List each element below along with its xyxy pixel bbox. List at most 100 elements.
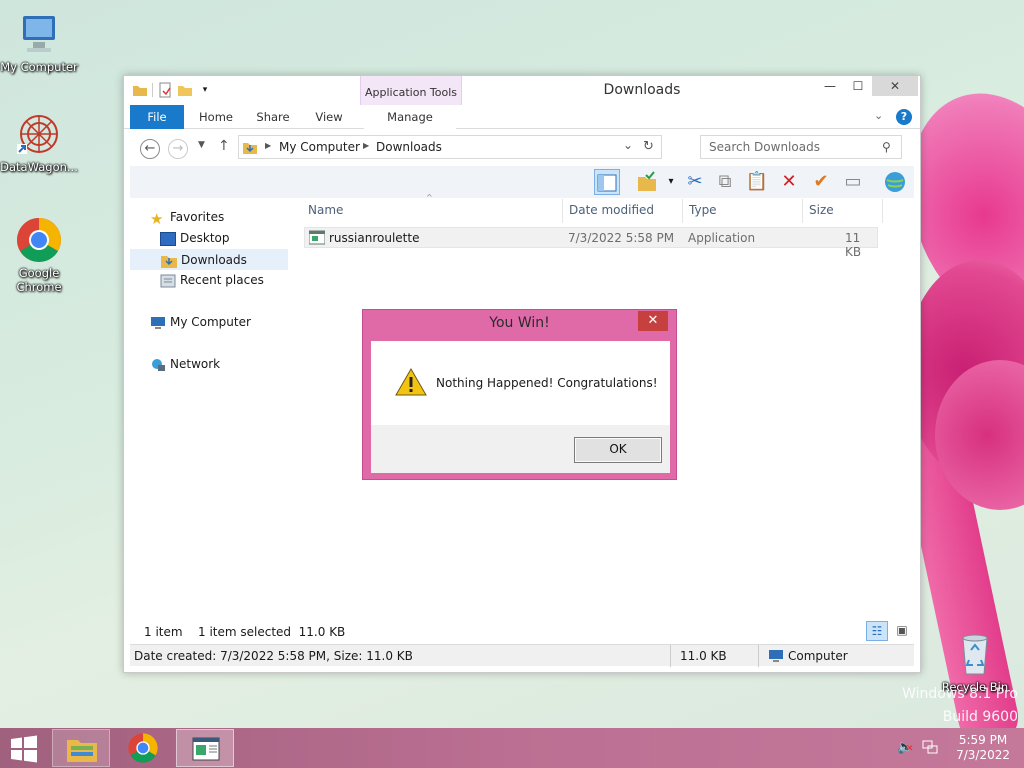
minimize-ribbon-icon[interactable]: ⌄ bbox=[874, 109, 883, 122]
large-icons-view-icon[interactable]: ▣ bbox=[892, 621, 912, 641]
nav-desktop[interactable]: Desktop bbox=[130, 228, 288, 249]
details-divider bbox=[758, 645, 759, 667]
chrome-icon bbox=[15, 216, 63, 264]
back-button[interactable]: ← bbox=[140, 139, 160, 159]
options-dropdown-icon[interactable]: ▾ bbox=[658, 169, 684, 195]
ribbon-tabs: File Home Share View Manage ⌄ ? bbox=[124, 105, 920, 129]
dialog-title: You Win! bbox=[489, 315, 550, 331]
refresh-icon[interactable]: ↻ bbox=[643, 139, 654, 154]
desktop-icon-recycle-bin[interactable]: Recycle Bin bbox=[935, 630, 1015, 694]
desktop-icon-google-chrome[interactable]: Google Chrome bbox=[0, 216, 79, 294]
tab-share[interactable]: Share bbox=[248, 105, 298, 129]
desktop-icon-label: Google Chrome bbox=[16, 266, 62, 294]
details-info: Date created: 7/3/2022 5:58 PM, Size: 11… bbox=[134, 649, 413, 663]
clock-date: 7/3/2022 bbox=[956, 748, 1010, 762]
desktop-icon-datawagon[interactable]: DataWagon... bbox=[0, 110, 79, 174]
column-divider bbox=[882, 199, 883, 223]
address-dropdown-icon[interactable]: ⌄ bbox=[623, 138, 633, 152]
clock[interactable]: 5:59 PM 7/3/2022 bbox=[956, 733, 1010, 763]
details-bar: Date created: 7/3/2022 5:58 PM, Size: 11… bbox=[130, 644, 914, 667]
details-view-icon[interactable]: ☷ bbox=[866, 621, 888, 641]
preview-pane-icon[interactable] bbox=[594, 169, 620, 195]
nav-recent-places[interactable]: Recent places bbox=[130, 270, 288, 291]
address-row: ← → ▼ ↑ ▶ My Computer ▶ Downloads ⌄ ↻ Se… bbox=[124, 130, 920, 166]
nav-my-computer[interactable]: My Computer bbox=[130, 312, 288, 333]
computer-icon bbox=[15, 10, 63, 58]
address-bar[interactable]: ▶ My Computer ▶ Downloads ⌄ ↻ bbox=[238, 135, 662, 159]
warning-icon bbox=[395, 367, 427, 400]
paste-icon[interactable]: 📋 bbox=[744, 169, 770, 195]
help-icon[interactable]: ? bbox=[896, 109, 912, 125]
status-bar: 1 item 1 item selected 11.0 KB ☷ ▣ bbox=[130, 619, 914, 643]
taskbar-file-explorer[interactable] bbox=[52, 729, 110, 767]
file-date: 7/3/2022 5:58 PM bbox=[568, 231, 675, 245]
star-icon: ★ bbox=[150, 210, 164, 228]
column-header-name[interactable]: Name bbox=[308, 203, 343, 217]
nav-label: Downloads bbox=[181, 253, 247, 267]
cut-icon[interactable]: ✂ bbox=[682, 169, 708, 195]
folder-downloads-icon bbox=[243, 140, 257, 157]
ok-button[interactable]: OK bbox=[574, 437, 662, 463]
nav-favorites[interactable]: ★ Favorites bbox=[130, 207, 288, 228]
desktop-icon-my-computer[interactable]: My Computer bbox=[0, 10, 79, 74]
column-divider bbox=[562, 199, 563, 223]
tab-file[interactable]: File bbox=[130, 105, 184, 129]
taskbar-chrome[interactable] bbox=[114, 729, 172, 767]
tab-view[interactable]: View bbox=[304, 105, 354, 129]
properties-panel-icon[interactable]: ▭ bbox=[840, 169, 866, 195]
column-header-type[interactable]: Type bbox=[689, 203, 717, 217]
computer-icon bbox=[150, 316, 166, 330]
search-icon[interactable]: ⚲ bbox=[882, 140, 891, 154]
volume-mute-x-icon: ✕ bbox=[906, 744, 914, 754]
maximize-button[interactable]: ☐ bbox=[844, 76, 872, 96]
table-row[interactable]: russianroulette 7/3/2022 5:58 PM Applica… bbox=[304, 227, 878, 259]
network-globe-icon[interactable] bbox=[882, 169, 908, 195]
up-button[interactable]: ↑ bbox=[218, 138, 230, 154]
nav-label: My Computer bbox=[170, 315, 251, 329]
navigation-pane: ★ Favorites Desktop Downloads Recent pla… bbox=[130, 199, 288, 639]
file-size: 11 KB bbox=[845, 231, 862, 259]
tab-home[interactable]: Home bbox=[192, 105, 240, 129]
details-location: Computer bbox=[788, 649, 848, 663]
desktop-icon-label: My Computer bbox=[0, 60, 78, 74]
copy-icon[interactable]: ⧉ bbox=[712, 169, 738, 195]
dialog-footer: OK bbox=[371, 425, 670, 473]
search-input[interactable]: Search Downloads bbox=[700, 135, 902, 159]
window-title: Downloads bbox=[603, 82, 681, 98]
column-divider bbox=[802, 199, 803, 223]
computer-icon bbox=[768, 649, 784, 666]
selection-info: 1 item selected 11.0 KB bbox=[198, 625, 346, 639]
nav-downloads[interactable]: Downloads bbox=[130, 249, 288, 270]
desktop-folder-icon bbox=[160, 232, 176, 246]
column-divider bbox=[682, 199, 683, 223]
breadcrumb-downloads[interactable]: Downloads bbox=[376, 140, 442, 154]
start-button[interactable] bbox=[0, 729, 48, 767]
column-header-date[interactable]: Date modified bbox=[569, 203, 654, 217]
chrome-icon bbox=[128, 733, 158, 763]
delete-icon[interactable]: ✕ bbox=[776, 169, 802, 195]
nav-label: Favorites bbox=[170, 210, 225, 224]
forward-button[interactable]: → bbox=[168, 139, 188, 159]
minimize-button[interactable]: — bbox=[816, 76, 844, 96]
dialog-message: Nothing Happened! Congratulations! bbox=[436, 376, 658, 390]
tab-manage[interactable]: Manage bbox=[364, 105, 456, 129]
nav-network[interactable]: Network bbox=[130, 354, 288, 375]
recent-locations-chevron-icon[interactable]: ▼ bbox=[198, 140, 205, 150]
breadcrumb-separator-icon: ▶ bbox=[265, 141, 272, 150]
title-bar[interactable]: ▾ Application Tools Downloads — ☐ ✕ bbox=[124, 76, 920, 128]
column-header-size[interactable]: Size bbox=[809, 203, 834, 217]
downloads-folder-icon bbox=[161, 254, 177, 268]
application-window-icon bbox=[192, 737, 220, 761]
folder-options-icon[interactable] bbox=[634, 169, 660, 195]
file-name: russianroulette bbox=[329, 231, 420, 245]
rename-check-icon[interactable]: ✔ bbox=[808, 169, 834, 195]
taskbar-application[interactable] bbox=[176, 729, 234, 767]
breadcrumb-my-computer[interactable]: My Computer bbox=[279, 140, 360, 154]
dialog-close-button[interactable]: ✕ bbox=[638, 311, 668, 331]
breadcrumb-separator-icon: ▶ bbox=[363, 141, 370, 150]
close-button[interactable]: ✕ bbox=[872, 76, 918, 96]
network-status-icon[interactable] bbox=[922, 739, 938, 758]
file-type: Application bbox=[688, 231, 756, 245]
windows-logo-icon bbox=[11, 735, 37, 763]
build-watermark: Build 9600 bbox=[942, 709, 1018, 725]
